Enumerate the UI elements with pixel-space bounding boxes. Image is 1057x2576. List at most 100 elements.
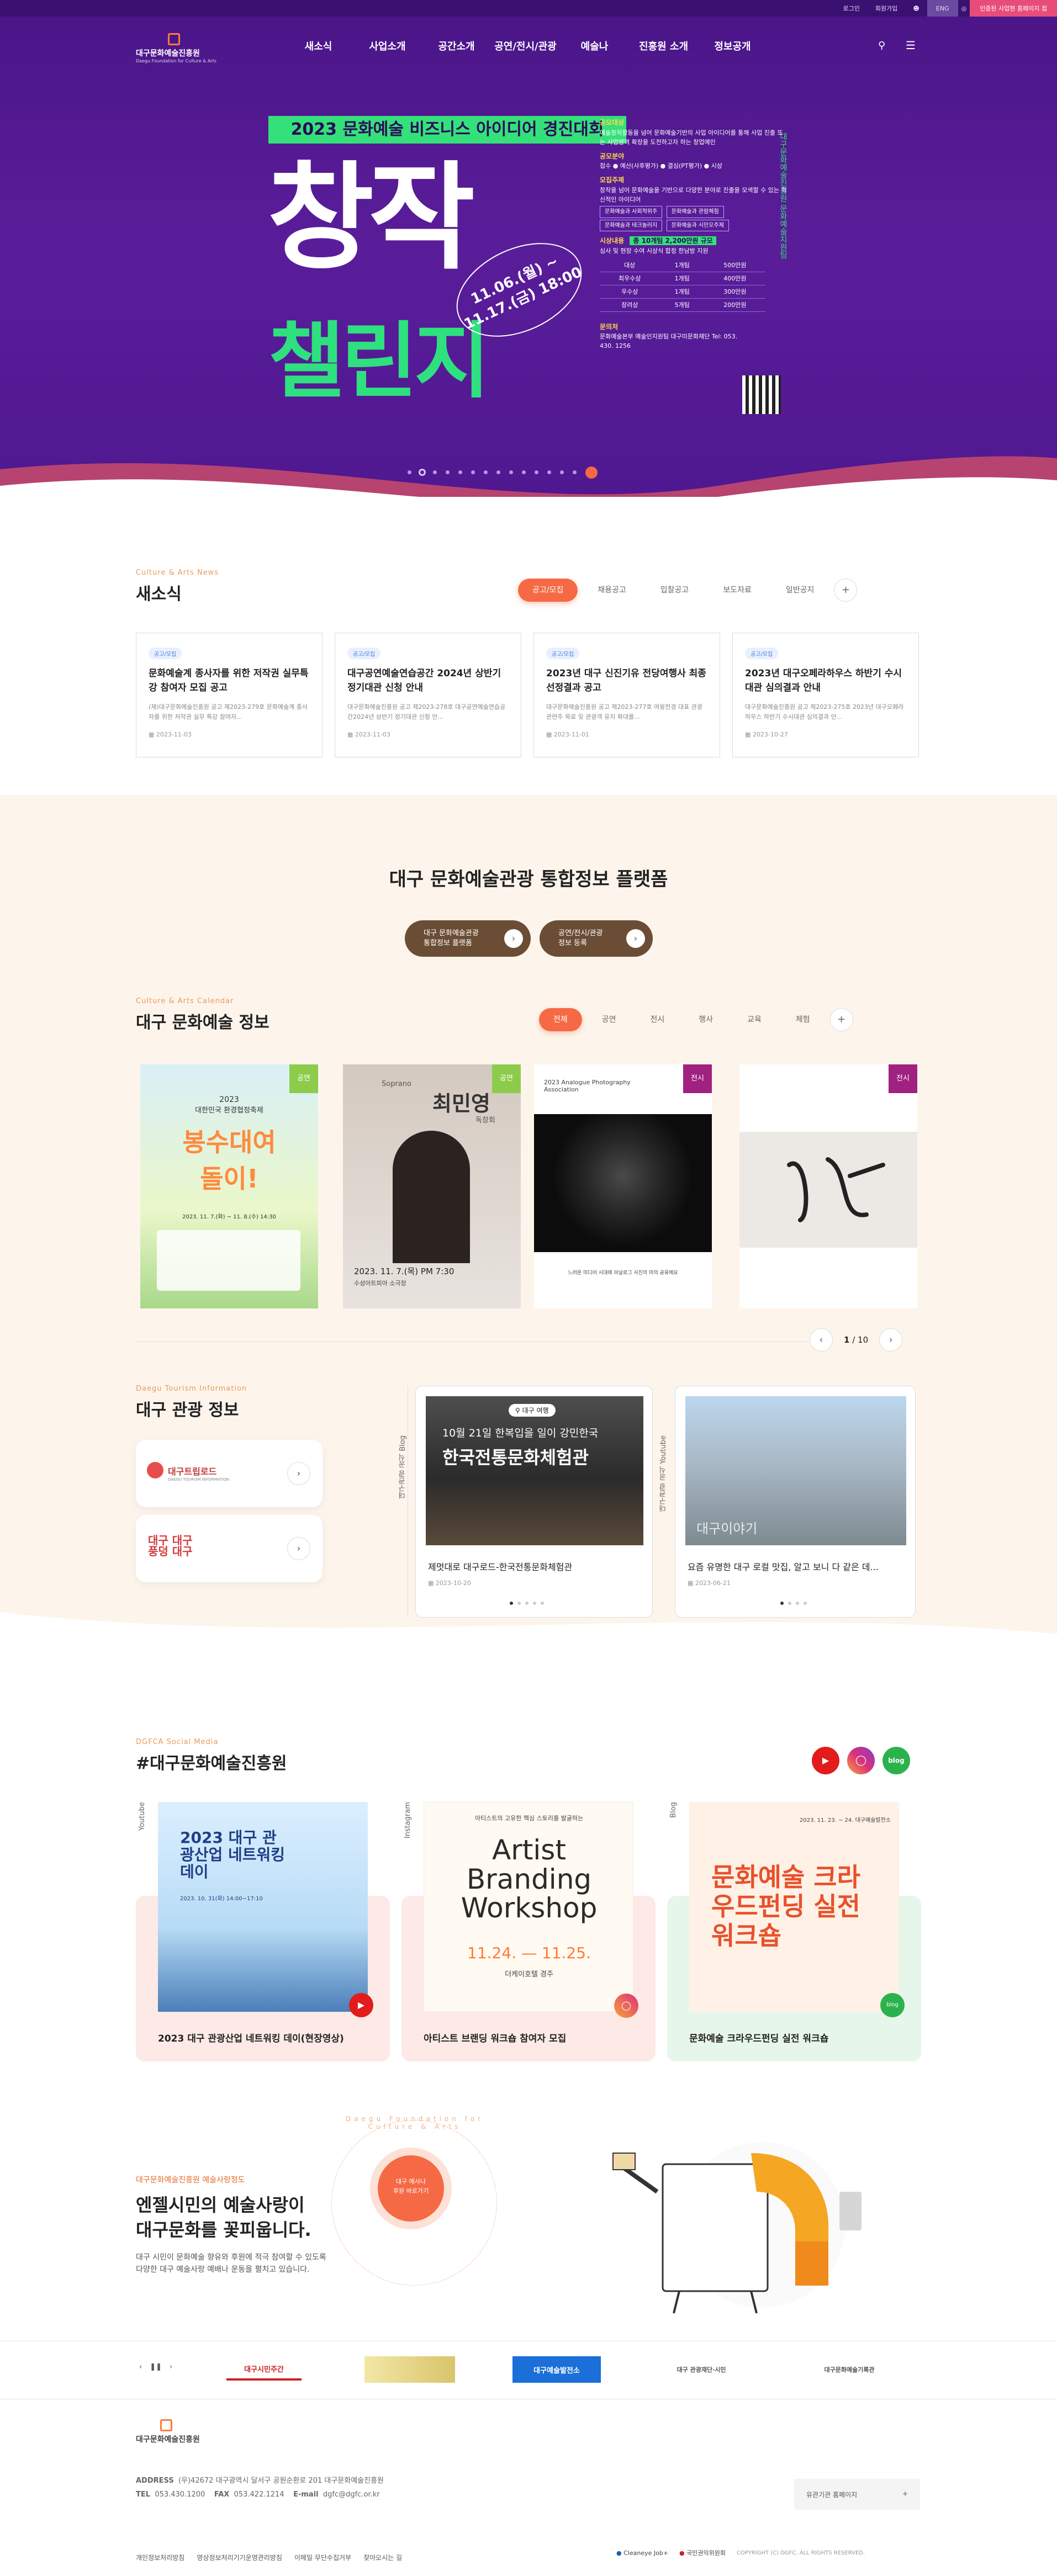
next-icon[interactable]: ›	[170, 2363, 172, 2371]
social-card-youtube[interactable]: Youtube 2023 대구 관광산업 네트워킹 데이 2023. 10. 3…	[136, 1802, 390, 2061]
blog-icon[interactable]: blog	[882, 1747, 910, 1774]
info-text: 접수 ● 예산(사후평가) ● 결심(PT평가) ● 시상	[600, 162, 722, 170]
social-card-instagram[interactable]: Instagram 아티스트의 고유한 핵심 스토리를 발굴하는 Artist …	[401, 1802, 656, 2061]
footer: 대구문화예술진흥원 ADDRESS (우)42672 대구광역시 달서구 공원순…	[0, 2399, 1057, 2576]
poster-card[interactable]: 전시	[739, 1064, 917, 1308]
footer-link[interactable]: 영상정보처리기기운영관리방침	[197, 2553, 282, 2562]
tab-performance[interactable]: 공연	[588, 1008, 631, 1031]
slider-dot[interactable]	[535, 470, 538, 474]
tab-recruit[interactable]: 채용공고	[583, 579, 641, 602]
slider-dot[interactable]	[573, 470, 577, 474]
acrc-icon: ●	[679, 2550, 687, 2557]
prev-arrow-icon[interactable]: ‹	[810, 1328, 833, 1351]
poster-card[interactable]: 전시 2023 Analogue Photography Association…	[534, 1064, 712, 1308]
slider-dot[interactable]	[496, 470, 500, 474]
tab-all[interactable]: 전체	[539, 1008, 582, 1031]
news-card[interactable]: 공고/모집 대구공연예술연습공간 2024년 상반기 정기대관 신청 안내 대구…	[335, 633, 521, 757]
cert-acrc[interactable]: ● 국민권익위원회	[679, 2548, 726, 2557]
slider-dot[interactable]	[560, 470, 564, 474]
tab-education[interactable]: 교육	[733, 1008, 776, 1031]
nav-performance[interactable]: 공연/전시/관광	[491, 39, 560, 53]
nav-news[interactable]: 새소식	[284, 39, 353, 53]
campaign-desc: 대구 시민이 문화예술 향유와 후원에 적극 참여할 수 있도록	[136, 2252, 326, 2262]
instagram-icon[interactable]: ◯	[847, 1747, 875, 1774]
tab-press[interactable]: 보도자료	[709, 579, 766, 602]
banner-item[interactable]: 대구 관광재단·시민	[663, 2351, 740, 2388]
login-link[interactable]: 로그인	[836, 4, 868, 13]
menu-icon[interactable]: ☰	[906, 39, 916, 52]
campaign-title: 대구문화를 꽃피웁니다.	[136, 2219, 311, 2240]
poster-card[interactable]: 공연 2023 대한민국 환경협정축제 봉수대여 돌이! 2023. 11. 7…	[140, 1064, 318, 1308]
social-card-blog[interactable]: Blog 2023. 11. 23. ~ 24. 대구예술발전소 문화예술 크라…	[667, 1802, 921, 2061]
news-card-date: ▦ 2023-11-01	[546, 731, 589, 738]
tourism-youtube-card[interactable]: 대구이야기 요즘 유명한 대구 로컬 맛집, 알고 보니 다 같은 데... ▦…	[675, 1386, 916, 1618]
footer-link[interactable]: 찾아오시는 길	[363, 2553, 402, 2562]
banner-item[interactable]: 대구예술발전소	[512, 2356, 601, 2383]
tab-bid[interactable]: 입찰공고	[646, 579, 704, 602]
poster-card[interactable]: 공연 Soprano 최민영 독창회 2023. 11. 7.(목) PM 7:…	[343, 1064, 521, 1308]
qr-code	[742, 375, 781, 414]
slider-pause-icon[interactable]	[585, 467, 598, 479]
news-more-button[interactable]: +	[834, 579, 858, 602]
tourism-card-daegu[interactable]: 대구 대구 풍덩 대구 ›	[136, 1515, 323, 1582]
poster-year: 2023	[219, 1095, 239, 1104]
nav-disclosure[interactable]: 정보공개	[698, 39, 767, 53]
ticket-link[interactable]: 인증된 사업현 홈페이지 접	[970, 0, 1057, 17]
join-link[interactable]: 회원가입	[868, 4, 905, 13]
calendar-pagination: ‹ 1 / 10 ›	[810, 1328, 903, 1351]
calendar-icon: ▦	[347, 731, 355, 738]
cert-cleaneye[interactable]: ● Cleaneye Job+	[616, 2550, 668, 2557]
news-badge: 공고/모집	[546, 648, 580, 659]
social-image-top: 아티스트의 고유한 핵심 스토리를 발굴하는	[474, 1815, 584, 1822]
slider-dot[interactable]	[433, 470, 437, 474]
slider-dot-active[interactable]	[420, 470, 424, 474]
slider-dot[interactable]	[458, 470, 462, 474]
nav-business[interactable]: 사업소개	[353, 39, 422, 53]
related-sites-select[interactable]: 유관기관 홈페이지 +	[794, 2479, 920, 2510]
footer-link[interactable]: 개인정보처리방침	[136, 2553, 184, 2562]
slider-dot[interactable]	[509, 470, 513, 474]
calendar-icon: ▦	[688, 1579, 695, 1587]
slider-dot[interactable]	[484, 470, 488, 474]
banner-item[interactable]: 대구문화예술기록관	[805, 2351, 894, 2388]
tab-notice[interactable]: 공고/모집	[518, 579, 578, 602]
pause-icon[interactable]: ❚❚	[150, 2363, 162, 2371]
banner-item[interactable]	[364, 2356, 455, 2383]
news-card[interactable]: 공고/모집 2023년 대구 신진기유 전당여행사 최종 선정결과 공고 대구문…	[533, 633, 720, 757]
slider-dot[interactable]	[547, 470, 551, 474]
slider-dot[interactable]	[522, 470, 526, 474]
slider-dot[interactable]	[408, 470, 411, 474]
triproad-name: 대구트립로드	[168, 1466, 217, 1477]
tab-exhibition[interactable]: 전시	[636, 1008, 679, 1031]
social-heading: DGFCA Social Media #대구문화예술진흥원	[136, 1738, 287, 1774]
lang-eng-link[interactable]: ENG	[927, 0, 958, 17]
nav-yesana[interactable]: 예술나	[560, 39, 629, 53]
user-icon[interactable]: ☻	[905, 5, 927, 12]
tab-general[interactable]: 일반공지	[771, 579, 829, 602]
tourism-card-triproad[interactable]: 대구트립로드 DAEGU TOURISM INFORMATION ›	[136, 1440, 323, 1507]
news-card[interactable]: 공고/모집 2023년 대구오페라하우스 하반기 수시대관 심의결과 안내 대구…	[732, 633, 919, 757]
nav-about[interactable]: 진흥원 소개	[629, 39, 698, 53]
campaign-title: 엔젤시민의 예술사랑이	[136, 2195, 305, 2215]
register-info-button[interactable]: 공연/전시/관광 정보 등록 ›	[540, 920, 653, 957]
footer-link[interactable]: 이메일 무단수집거부	[294, 2553, 351, 2562]
tab-experience[interactable]: 체험	[781, 1008, 825, 1031]
logo[interactable]: 대구문화예술진흥원 Daegu Foundation for Culture &…	[136, 33, 219, 63]
search-icon[interactable]: ⚲	[878, 40, 885, 51]
tourism-blog-card[interactable]: ⚲ 대구 여행 10월 21일 한복입을 일이 강민한국 한국전통문화체험관 제…	[415, 1386, 653, 1618]
slider-dot[interactable]	[471, 470, 475, 474]
youtube-icon[interactable]: ▶	[812, 1747, 839, 1774]
next-arrow-icon[interactable]: ›	[879, 1328, 903, 1351]
topic-chip: 문화예술과 사회적위주	[600, 206, 663, 218]
prev-icon[interactable]: ‹	[139, 2363, 142, 2371]
banner-item[interactable]: 대구시민주간	[226, 2358, 302, 2381]
slider-dot[interactable]	[446, 470, 450, 474]
news-card[interactable]: 공고/모집 문화예술계 종사자를 위한 저작권 실무특강 참여자 모집 공고 (…	[136, 633, 323, 757]
tab-event[interactable]: 행사	[684, 1008, 727, 1031]
campaign-donate-button[interactable]: 대구 예사나 후원 바로가기	[378, 2155, 444, 2222]
nav-space[interactable]: 공간소개	[422, 39, 491, 53]
top-utility-bar: 로그인 회원가입 ☻ ENG ◎ 인증된 사업현 홈페이지 접	[0, 0, 1057, 17]
platform-button[interactable]: 대구 문화예술관광 통합정보 플랫폼 ›	[405, 920, 531, 957]
poster-badge: 전시	[683, 1064, 712, 1093]
calendar-more-button[interactable]: +	[829, 1008, 853, 1031]
